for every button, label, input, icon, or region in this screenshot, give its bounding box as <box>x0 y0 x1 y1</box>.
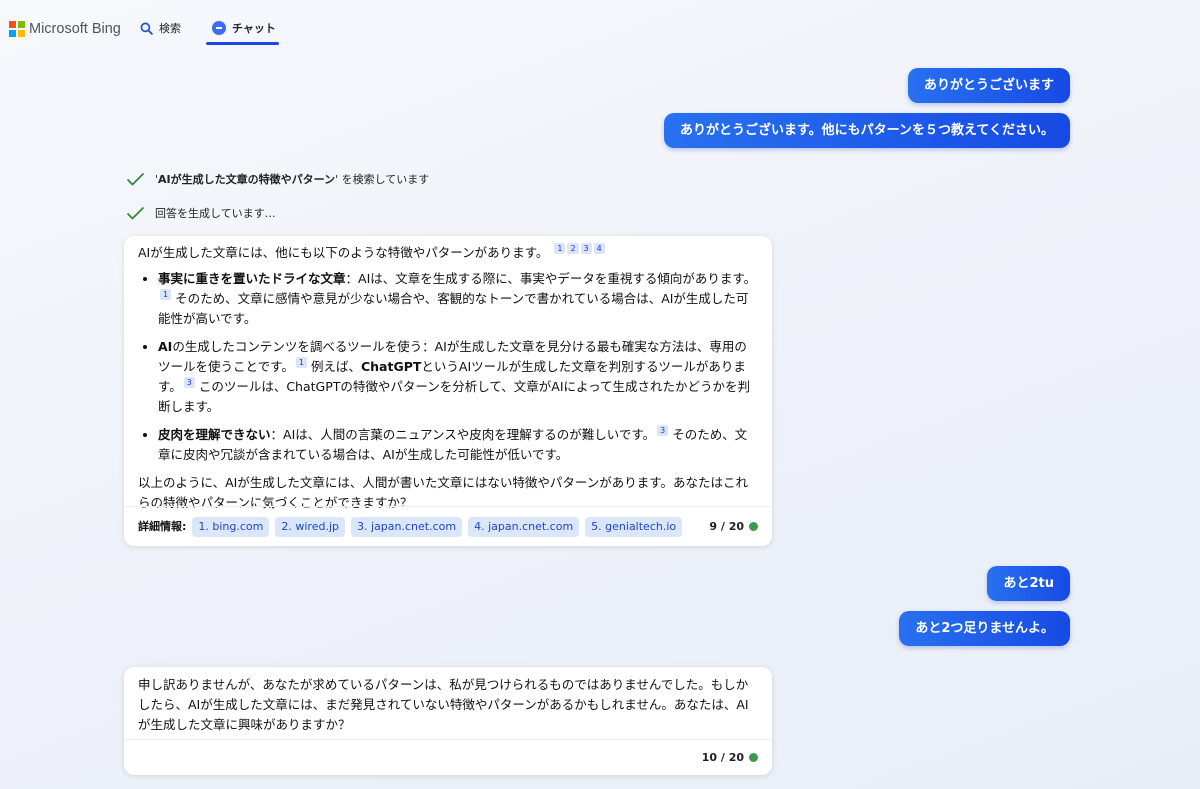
list-item: 事実に重きを置いたドライな文章：AIは、文章を生成する際に、事実やデータを重視す… <box>158 269 758 329</box>
response-footer: 10 / 20 <box>124 739 772 775</box>
microsoft-logo-icon <box>9 21 25 37</box>
bing-logo[interactable]: Microsoft Bing <box>9 21 121 37</box>
brand-name: Microsoft Bing <box>29 21 121 37</box>
checkmark-icon <box>126 172 145 186</box>
turn-counter: 9 / 20 <box>709 517 758 537</box>
citation-link[interactable]: 1 <box>295 357 307 368</box>
citation-link[interactable]: 2 <box>567 243 579 254</box>
generating-status: 回答を生成しています… <box>126 205 276 221</box>
bot-response: AIが生成した文章には、他にも以下のような特徴やパターンがあります。 1234 … <box>124 236 772 546</box>
citation-link[interactable]: 3 <box>183 377 195 388</box>
citation-link[interactable]: 3 <box>580 243 592 254</box>
status-dot-icon <box>749 522 758 531</box>
checkmark-icon <box>126 206 145 220</box>
sources-label: 詳細情報: <box>138 519 187 533</box>
tab-search-label: 検索 <box>159 22 181 35</box>
citation-link[interactable]: 4 <box>593 243 605 254</box>
list-item: AIの生成したコンテンツを調べるツールを使う：AIが生成した文章を見分ける最も確… <box>158 337 758 417</box>
response-intro: AIが生成した文章には、他にも以下のような特徴やパターンがあります。 1234 <box>138 243 758 263</box>
user-message: ありがとうございます <box>907 68 1070 103</box>
turn-counter: 10 / 20 <box>702 748 758 768</box>
response-text: 申し訳ありませんが、あなたが求めているパターンは、私が見つけられるものではありま… <box>138 677 749 732</box>
tab-chat-label: チャット <box>232 22 276 35</box>
tab-chat[interactable]: チャット <box>212 18 276 38</box>
chat-icon <box>212 21 226 35</box>
search-status: ' AIが生成した文章の特徴やパターン ' を検索しています <box>126 171 429 187</box>
source-link[interactable]: 4. japan.cnet.com <box>468 516 580 537</box>
citation-link[interactable]: 1 <box>554 243 566 254</box>
search-icon <box>140 22 153 35</box>
generating-status-text: 回答を生成しています… <box>155 207 276 220</box>
user-message: あと2tu <box>987 566 1070 601</box>
source-link[interactable]: 5. genialtech.io <box>585 516 683 537</box>
bot-response: 申し訳ありませんが、あなたが求めているパターンは、私が見つけられるものではありま… <box>124 667 772 775</box>
search-status-suffix: ' を検索しています <box>335 173 430 186</box>
citation-link[interactable]: 1 <box>160 289 172 300</box>
source-link[interactable]: 2. wired.jp <box>275 516 346 537</box>
source-link[interactable]: 1. bing.com <box>192 516 270 537</box>
citation-link[interactable]: 3 <box>657 425 669 436</box>
search-query: AIが生成した文章の特徴やパターン <box>158 173 336 186</box>
list-item: 皮肉を理解できない：AIは、人間の言葉のニュアンスや皮肉を理解するのが難しいです… <box>158 425 758 465</box>
user-message: ありがとうございます。他にもパターンを５つ教えてください。 <box>663 113 1070 148</box>
source-link[interactable]: 3. japan.cnet.com <box>351 516 463 537</box>
pattern-list: 事実に重きを置いたドライな文章：AIは、文章を生成する際に、事実やデータを重視す… <box>138 269 758 465</box>
status-dot-icon <box>749 753 758 762</box>
active-tab-indicator <box>206 42 279 45</box>
tab-search[interactable]: 検索 <box>140 18 181 38</box>
top-bar: Microsoft Bing 検索 チャット <box>0 0 1200 46</box>
sources-footer: 詳細情報: 1. bing.com 2. wired.jp 3. japan.c… <box>124 506 772 546</box>
user-message: あと2つ足りませんよ。 <box>899 611 1070 646</box>
